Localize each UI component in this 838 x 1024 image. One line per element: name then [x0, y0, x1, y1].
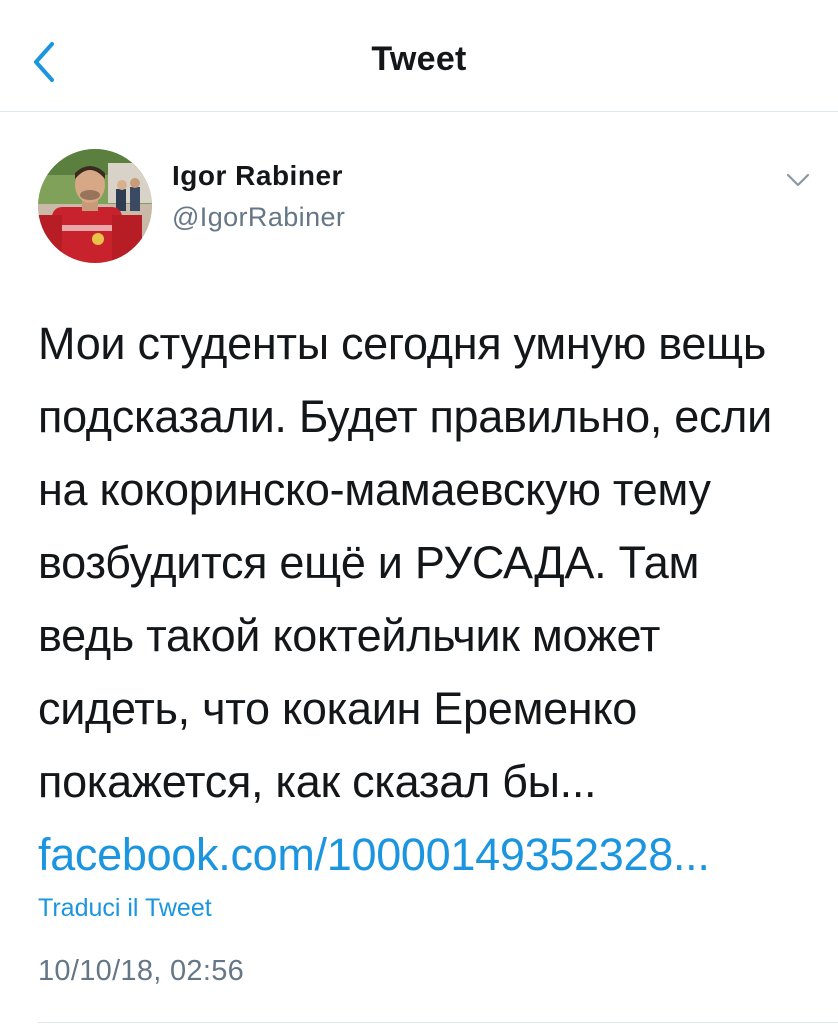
profile-photo: [38, 149, 152, 263]
tweet-text-line: ведь такой коктейльчик может: [38, 610, 661, 661]
avatar[interactable]: [38, 149, 152, 263]
tweet-text-line: Мои студенты сегодня умную вещь: [38, 318, 766, 369]
tweet-text-line: подсказали. Будет правильно, если: [38, 391, 772, 442]
chevron-down-icon: [786, 173, 810, 187]
author-name[interactable]: Igor Rabiner: [172, 160, 343, 192]
tweet-menu-button[interactable]: [782, 168, 814, 192]
tweet-text-line: на кокоринско-мамаевскую тему: [38, 464, 711, 515]
tweet-text-line: возбудится ещё и РУСАДА. Там: [38, 537, 700, 588]
tweet-text-line: сидеть, что кокаин Еременко: [38, 683, 637, 734]
divider: [38, 1022, 838, 1023]
tweet-text: Мои студенты сегодня умную вещь подсказа…: [38, 307, 818, 891]
navbar: Tweet: [0, 0, 838, 112]
tweet-text-line: покажется, как сказал бы...: [38, 756, 597, 807]
page-title: Tweet: [371, 40, 467, 78]
tweet-timestamp: 10/10/18, 02:56: [38, 955, 245, 987]
translate-tweet-button[interactable]: Traduci il Tweet: [38, 894, 212, 923]
tweet-detail: Igor Rabiner @IgorRabiner Мои студенты с…: [0, 112, 838, 1024]
tweet-link[interactable]: facebook.com/10000149352328...: [38, 829, 710, 880]
author-handle[interactable]: @IgorRabiner: [172, 202, 345, 233]
